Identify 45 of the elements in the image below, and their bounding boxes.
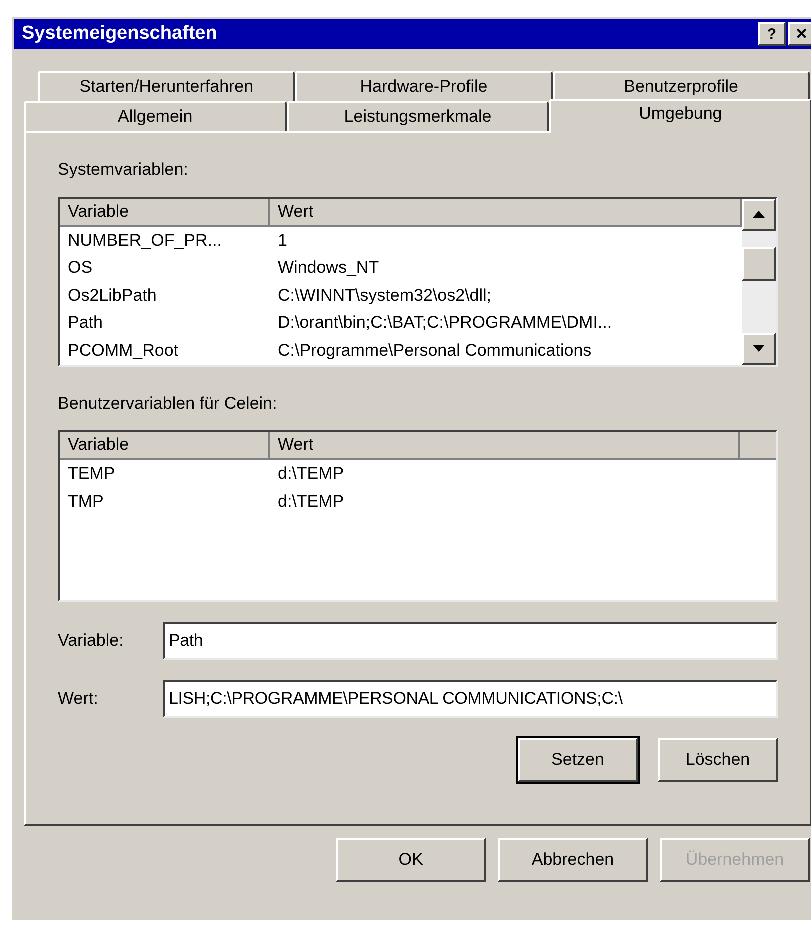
list-cell-text: D:\orant\bin;C:\BAT;C:\PROGRAMME\DMI... — [277, 312, 614, 334]
dialog-button[interactable]: OK — [336, 838, 486, 882]
list-cell-text: C:\WINNT\system32\os2\dll; — [277, 284, 492, 307]
list-cell-text: TMP — [67, 491, 105, 514]
tab[interactable]: Leistungsmerkmale — [286, 101, 550, 131]
tab[interactable]: Starten/Herunterfahren — [38, 71, 296, 101]
scrollbar[interactable] — [742, 198, 776, 364]
variable-list[interactable]: Variable Wert TEMP d:\TEMP TMP d:\TEMP — [58, 430, 778, 602]
text-field[interactable]: Path — [163, 622, 778, 660]
text-field[interactable]: LISH;C:\PROGRAMME\PERSONAL COMMUNICATIONS;C:\ — [163, 680, 778, 718]
variable-list[interactable]: Variable Wert NUMBER_OF_PR... 1 OS Windows_NT Os2LibPath C:\WINNT\system32\os2\dll; Path D:\orant\bin;C:\BAT;C:\PROGRAMME\DMI... PCOMM_Root C:\Programme\Personal Communications — [58, 196, 778, 366]
section-label: Benutzervariablen für Celein: — [58, 392, 278, 414]
column-header[interactable]: Wert — [270, 432, 740, 460]
window-title: Systemeigenschaften — [22, 22, 218, 46]
column-header[interactable]: Wert — [270, 198, 742, 226]
list-cell-text: d:\TEMP — [277, 491, 346, 514]
tab[interactable]: Allgemein — [24, 101, 287, 131]
list-cell-text: d:\TEMP — [277, 463, 346, 486]
list-cell-text: TEMP — [67, 463, 116, 486]
down-arrow-icon — [753, 345, 765, 352]
list-cell-text: 1 — [277, 230, 288, 252]
column-header[interactable]: Variable — [60, 432, 270, 460]
tab[interactable]: Hardware-Profile — [295, 71, 553, 101]
list-cell-text: OS — [67, 257, 94, 280]
column-header[interactable]: Variable — [60, 198, 270, 226]
list-cell-text: Windows_NT — [277, 257, 380, 280]
section-label: Systemvariablen: — [58, 159, 190, 181]
dialog-button[interactable]: Setzen — [518, 738, 638, 782]
field-label: Variable: — [58, 630, 125, 652]
list-cell-text: Os2LibPath — [67, 284, 158, 307]
tab[interactable]: Umgebung — [549, 99, 811, 133]
close-button[interactable]: ✕ — [788, 22, 811, 46]
up-arrow-icon — [753, 211, 765, 218]
scroll-up-button[interactable] — [742, 198, 776, 230]
list-cell-text: PCOMM_Root — [67, 340, 180, 362]
scroll-down-button[interactable] — [742, 332, 776, 364]
help-button[interactable]: ? — [758, 22, 786, 46]
list-cell-text: Path — [67, 312, 104, 334]
list-cell-text: C:\Programme\Personal Communications — [277, 340, 593, 362]
dialog-button[interactable]: Abbrechen — [498, 838, 648, 882]
tab[interactable]: Benutzerprofile — [552, 71, 810, 101]
field-label: Wert: — [58, 688, 100, 710]
dialog-button[interactable]: Löschen — [658, 738, 778, 782]
scroll-thumb[interactable] — [742, 246, 776, 280]
list-cell-text: NUMBER_OF_PR... — [67, 230, 223, 252]
